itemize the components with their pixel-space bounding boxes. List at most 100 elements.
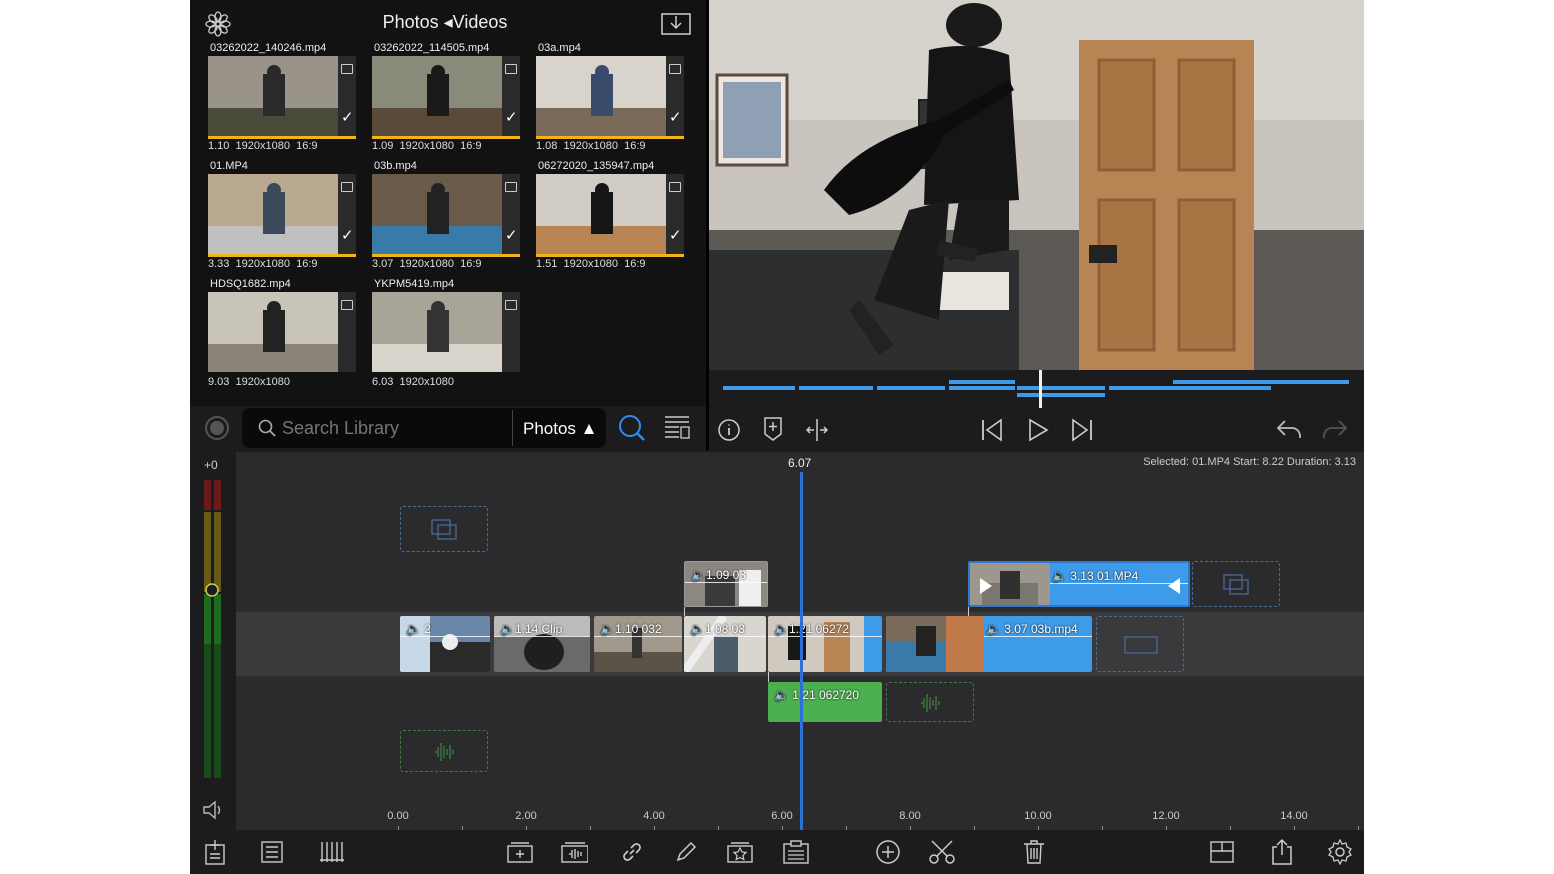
scrub-bar[interactable] — [709, 370, 1364, 410]
thumbnail-filename: 03262022_114505.mp4 — [374, 42, 490, 54]
library-thumbnail[interactable]: 03b.mp4 ✓ 3.07 1920x1080 16:9 — [372, 160, 522, 274]
search-bar-row: Photos ▲ — [190, 406, 706, 450]
ruler-tick-label: 8.00 — [899, 810, 921, 822]
timeline[interactable]: +0 6.07 Selected: 01.MP4 Start: 8.22 Dur… — [190, 452, 1364, 830]
selected-clip-info: Selected: 01.MP4 Start: 8.22 Duration: 3… — [1143, 456, 1356, 468]
thumbnail-info: 3.07 1920x1080 16:9 — [372, 258, 482, 270]
playhead[interactable] — [800, 472, 803, 830]
edit-pencil-icon[interactable] — [672, 838, 700, 866]
ruler-tick-label: 6.00 — [771, 810, 793, 822]
delete-trash-icon[interactable] — [1020, 838, 1048, 866]
timeline-tracks[interactable]: 6.07 Selected: 01.MP4 Start: 8.22 Durati… — [236, 452, 1364, 830]
media-library: Photos ◂Videos 03262022_140246.mp4 ✓ 1.10 … — [190, 0, 706, 406]
thumbnail-image — [208, 174, 338, 254]
audio-clip[interactable]: 🔈 1.21 062720 — [768, 682, 882, 722]
connector-line — [768, 672, 769, 682]
search-input[interactable] — [282, 418, 502, 439]
clip-aspect: 16:9 — [460, 140, 482, 152]
settings-gear-icon[interactable] — [1326, 838, 1354, 866]
library-title[interactable]: Photos ◂Videos — [190, 12, 700, 33]
storyline-clip[interactable]: 🔈1.10 032 — [594, 616, 682, 672]
clip-label: 🔈1.14 Clip — [500, 622, 563, 636]
add-title-placeholder[interactable] — [400, 506, 488, 552]
checkmark-icon: ✓ — [505, 227, 518, 244]
search-toggle-icon[interactable] — [618, 414, 646, 442]
thumbnail-side-panel — [502, 292, 520, 372]
thumbnail-info: 3.33 1920x1080 16:9 — [208, 258, 318, 270]
link-icon[interactable] — [618, 838, 646, 866]
info-icon[interactable] — [717, 418, 741, 442]
audio-meters: +0 — [190, 452, 236, 830]
thumbnail-side-panel: ✓ — [338, 56, 356, 136]
thumbnail-image — [372, 174, 502, 254]
checkmark-icon: ✓ — [341, 227, 354, 244]
library-thumbnail[interactable]: 01.MP4 ✓ 3.33 1920x1080 16:9 — [208, 160, 358, 274]
add-audio-placeholder[interactable] — [400, 730, 488, 772]
speaker-icon[interactable] — [202, 800, 224, 820]
library-thumbnail[interactable]: YKPM5419.mp4 6.03 1920x1080 — [372, 278, 522, 392]
storyline-clip[interactable]: 🔈 2 — [400, 616, 490, 672]
preview-viewer[interactable] — [709, 0, 1364, 370]
thumbnail-filename: YKPM5419.mp4 — [374, 278, 455, 290]
thumbnail-side-panel: ✓ — [502, 56, 520, 136]
timeline-zoom-icon[interactable] — [318, 838, 346, 866]
share-export-icon[interactable] — [1268, 838, 1296, 866]
thumbnail-filename: 06272020_135947.mp4 — [538, 160, 655, 172]
library-thumbnail[interactable]: 06272020_135947.mp4 ✓ 1.51 1920x1080 16:9 — [536, 160, 686, 274]
record-icon[interactable] — [204, 415, 230, 441]
clip-list-icon[interactable] — [258, 838, 286, 866]
favorite-icon[interactable] — [726, 838, 754, 866]
undo-icon[interactable] — [1275, 418, 1303, 440]
thumbnail-side-panel: ✓ — [666, 174, 684, 254]
thumbnail-filename: HDSQ1682.mp4 — [210, 278, 291, 290]
clip-resolution: 1920x1080 — [235, 376, 290, 388]
clipboard-icon[interactable] — [782, 838, 810, 866]
add-audio-placeholder[interactable] — [886, 682, 974, 722]
thumbnail-info: 1.08 1920x1080 16:9 — [536, 140, 646, 152]
import-icon[interactable] — [660, 10, 692, 36]
storyline-clip[interactable]: 🔈 3.07 03b.mp4 — [886, 616, 1092, 672]
skip-forward-icon[interactable] — [1071, 418, 1093, 442]
clip-resolution: 1920x1080 — [399, 140, 454, 152]
layout-icon[interactable] — [1208, 838, 1236, 866]
library-thumbnail[interactable]: 03262022_114505.mp4 ✓ 1.09 1920x1080 16:9 — [372, 42, 522, 156]
split-view-icon[interactable] — [805, 418, 829, 442]
clip-duration: 1.09 — [372, 140, 394, 152]
clip-resolution: 1920x1080 — [563, 140, 618, 152]
add-audio-icon[interactable] — [560, 838, 588, 866]
ruler-tick-label: 12.00 — [1152, 810, 1180, 822]
clip-duration: 1.10 — [208, 140, 230, 152]
used-indicator-bar — [372, 136, 520, 139]
trim-handles[interactable] — [970, 563, 1190, 607]
library-thumbnail[interactable]: HDSQ1682.mp4 9.03 1920x1080 — [208, 278, 358, 392]
sort-list-icon[interactable] — [664, 414, 690, 440]
add-title-icon[interactable] — [506, 838, 534, 866]
storyline-clip[interactable]: 🔈1.14 Clip — [494, 616, 590, 672]
thumbnail-image — [536, 56, 666, 136]
overlay-clip-selected[interactable]: 🔈 3.13 01.MP4 — [968, 561, 1190, 607]
add-overlay-placeholder[interactable] — [1192, 561, 1280, 607]
clip-resolution: 1920x1080 — [399, 376, 454, 388]
library-thumbnail[interactable]: 03a.mp4 ✓ 1.08 1920x1080 16:9 — [536, 42, 686, 156]
used-indicator-bar — [536, 136, 684, 139]
overlay-clip[interactable]: 🔈1.09 03 — [684, 561, 768, 607]
film-icon — [505, 182, 517, 192]
thumbnail-side-panel: ✓ — [502, 174, 520, 254]
search-box[interactable]: Photos ▲ — [242, 408, 606, 448]
redo-icon[interactable] — [1321, 418, 1349, 440]
library-filter-dropdown[interactable]: Photos ▲ — [512, 410, 606, 446]
film-icon — [669, 64, 681, 74]
split-scissors-icon[interactable] — [928, 838, 956, 866]
project-icon[interactable] — [202, 838, 230, 866]
ruler-tick-label: 14.00 — [1280, 810, 1308, 822]
add-icon[interactable] — [874, 838, 902, 866]
clip-aspect: 16:9 — [624, 140, 646, 152]
storyline-clip[interactable]: 🔈1.21 06272 — [768, 616, 882, 672]
skip-back-icon[interactable] — [981, 418, 1003, 442]
add-marker-icon[interactable] — [763, 416, 783, 442]
play-icon[interactable] — [1027, 418, 1049, 442]
storyline-clip[interactable]: 🔈1.08 03 — [684, 616, 766, 672]
checkmark-icon: ✓ — [505, 109, 518, 126]
library-thumbnail[interactable]: 03262022_140246.mp4 ✓ 1.10 1920x1080 16:9 — [208, 42, 358, 156]
add-clip-placeholder[interactable] — [1096, 616, 1184, 672]
